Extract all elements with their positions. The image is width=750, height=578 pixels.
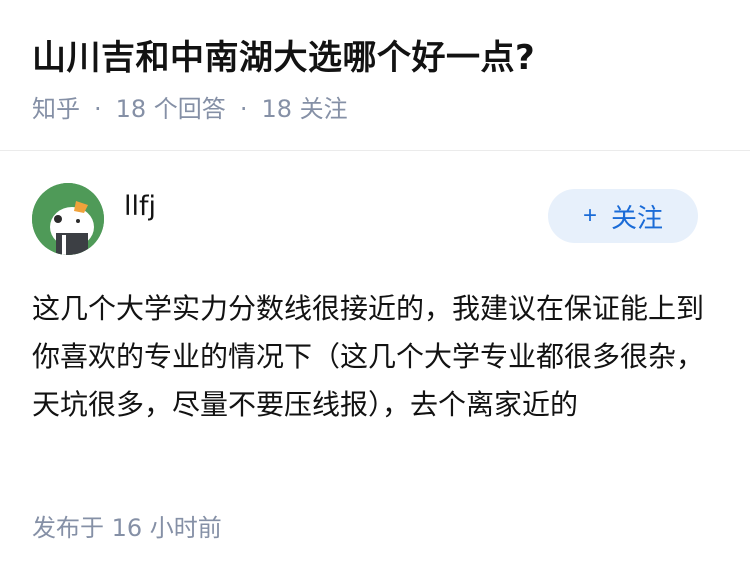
meta-separator: · xyxy=(94,95,102,123)
follow-button-label: 关注 xyxy=(611,202,664,233)
answer-card: llfj + 关注 这几个大学实力分数线很接近的，我建议在保证能上到你喜欢的专业… xyxy=(0,151,750,429)
question-header: 山川吉和中南湖大选哪个好一点? 知乎 · 18 个回答 · 18 关注 xyxy=(0,0,750,123)
avatar-image-icon xyxy=(32,183,104,255)
question-title[interactable]: 山川吉和中南湖大选哪个好一点? xyxy=(32,34,718,82)
plus-icon: + xyxy=(582,202,597,229)
answer-content[interactable]: 这几个大学实力分数线很接近的，我建议在保证能上到你喜欢的专业的情况下（这几个大学… xyxy=(32,285,712,429)
source-label[interactable]: 知乎 xyxy=(32,94,80,124)
author-name[interactable]: llfj xyxy=(124,191,156,223)
publish-time: 发布于 16 小时前 xyxy=(32,514,222,542)
answer-count[interactable]: 18 个回答 xyxy=(116,94,226,124)
author-row: llfj + 关注 xyxy=(32,183,718,255)
avatar[interactable] xyxy=(32,183,104,255)
follow-button[interactable]: + 关注 xyxy=(548,189,698,243)
question-meta: 知乎 · 18 个回答 · 18 关注 xyxy=(32,94,718,124)
follow-count[interactable]: 18 关注 xyxy=(261,94,347,124)
meta-separator: · xyxy=(239,95,248,123)
